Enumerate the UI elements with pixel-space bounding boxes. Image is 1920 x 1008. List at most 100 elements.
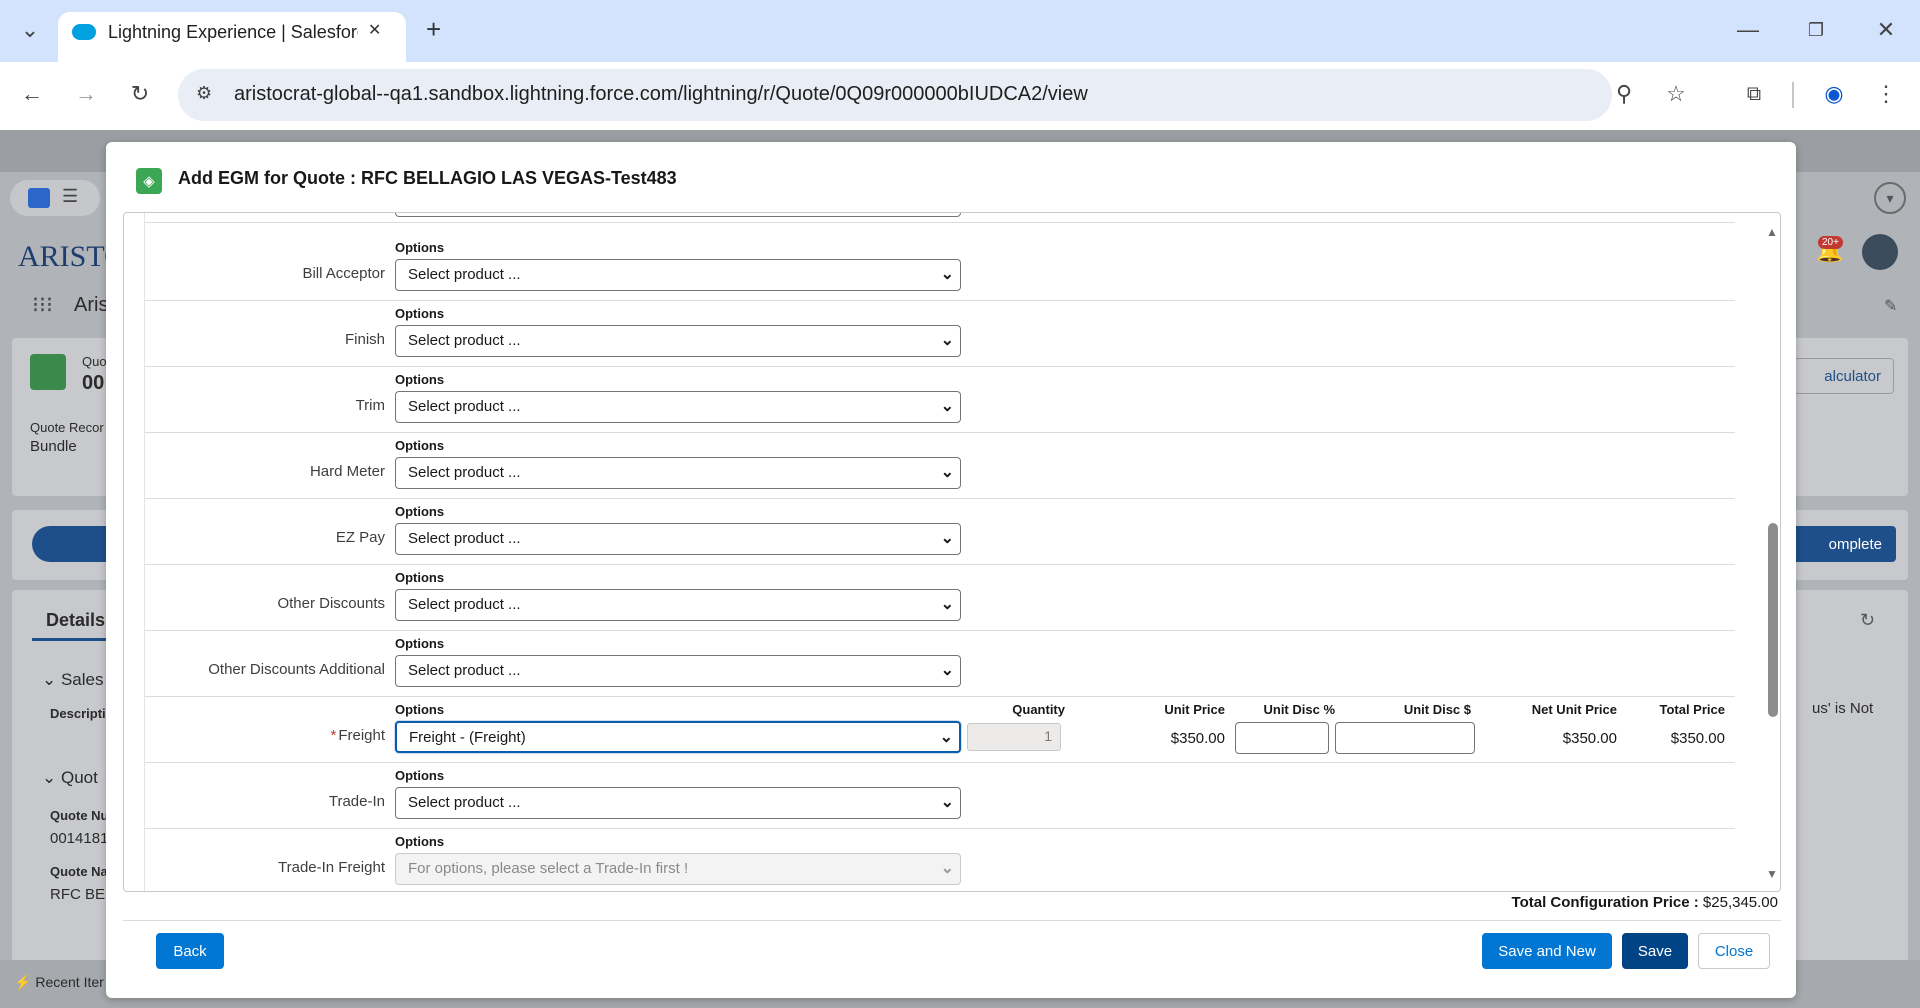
back-button[interactable]: Back — [156, 933, 224, 969]
options-list: ⌄ Bill Acceptor Options Select product .… — [144, 213, 1735, 891]
app-launcher-icon[interactable]: ⁝⁝⁝ — [32, 292, 53, 318]
tab-title: Lightning Experience | Salesforce — [108, 22, 358, 42]
notification-badge: 20+ — [1818, 236, 1843, 249]
browser-tab[interactable]: Lightning Experience | Salesforce ✕ — [58, 12, 406, 62]
scroll-up-arrow-icon[interactable]: ▲ — [1766, 225, 1778, 239]
modal-header: ◈ Add EGM for Quote : RFC BELLAGIO LAS V… — [106, 142, 1796, 208]
sales-section-header[interactable]: ⌄ Sales — [42, 670, 104, 690]
row-label: Other Discounts Additional — [208, 661, 385, 678]
option-row-finish: Finish Options Select product ... ⌄ — [145, 301, 1735, 367]
close-button[interactable]: Close — [1698, 933, 1770, 969]
quote-section-label: Quot — [60, 768, 98, 787]
bill-acceptor-select[interactable]: Select product ... ⌄ — [395, 259, 961, 291]
recent-items-utility[interactable]: ⚡ Recent Iter — [14, 974, 104, 991]
calculator-button[interactable]: alculator — [1794, 358, 1894, 394]
freight-select[interactable]: Freight - (Freight) ⌄ — [395, 721, 961, 753]
select-value: Select product ... — [408, 266, 521, 283]
options-label: Options — [395, 306, 445, 321]
row-label: EZ Pay — [335, 529, 385, 546]
tab-close-icon[interactable]: ✕ — [368, 20, 381, 40]
window-close-icon[interactable]: ✕ — [1868, 12, 1904, 48]
option-row-hard-meter: Hard Meter Options Select product ... ⌄ — [145, 433, 1735, 499]
total-price-header: Total Price — [1659, 702, 1725, 717]
save-and-new-button[interactable]: Save and New — [1482, 933, 1612, 969]
product-select[interactable]: ⌄ — [395, 213, 961, 217]
option-row-bill-acceptor: Bill Acceptor Options Select product ...… — [145, 235, 1735, 301]
chevron-down-icon: ⌄ — [42, 670, 61, 689]
hard-meter-select[interactable]: Select product ... ⌄ — [395, 457, 961, 489]
option-row-trade-in: Trade-In Options Select product ... ⌄ — [145, 763, 1735, 829]
ez-pay-select[interactable]: Select product ... ⌄ — [395, 523, 961, 555]
option-row-freight: * Freight Options Freight - (Freight) ⌄ Qu… — [145, 697, 1735, 763]
quote-record-type-value: Bundle — [30, 438, 77, 455]
unit-disc-amt-header: Unit Disc $ — [1403, 702, 1471, 717]
chevron-down-icon: ⌄ — [940, 266, 954, 283]
back-arrow-icon[interactable]: ← — [14, 76, 50, 112]
other-discounts-additional-select[interactable]: Select product ... ⌄ — [395, 655, 961, 687]
address-bar[interactable]: ⚙ aristocrat-global--qa1.sandbox.lightni… — [178, 69, 1612, 121]
total-price-value: $350.00 — [1670, 730, 1725, 747]
unit-disc-pct-input[interactable] — [1235, 722, 1329, 754]
einstein-icon — [28, 188, 50, 208]
total-configuration-price: Total Configuration Price : $25,345.00 — [1512, 894, 1778, 911]
modal-title: Add EGM for Quote : RFC BELLAGIO LAS VEG… — [178, 168, 677, 188]
restore-icon[interactable]: ❐ — [1798, 12, 1834, 48]
quote-number-label: Quote Nu — [50, 808, 109, 823]
other-discounts-select[interactable]: Select product ... ⌄ — [395, 589, 961, 621]
bookmark-star-icon[interactable]: ☆ — [1658, 76, 1694, 112]
trade-in-freight-select: For options, please select a Trade-In fi… — [395, 853, 961, 885]
row-label: Finish — [344, 331, 385, 348]
toolbar-divider — [1792, 82, 1794, 108]
chevron-down-icon: ⌄ — [940, 662, 954, 679]
browser-tab-bar: ⌄ Lightning Experience | Salesforce ✕ + … — [0, 0, 1920, 62]
total-value: $25,345.00 — [1702, 894, 1778, 911]
trade-in-select[interactable]: Select product ... ⌄ — [395, 787, 961, 819]
select-value: For options, please select a Trade-In fi… — [408, 860, 689, 877]
mark-complete-button[interactable]: omplete — [1784, 526, 1896, 562]
scrollbar-thumb[interactable] — [1768, 523, 1778, 717]
recent-items-label: Recent Iter — [35, 974, 104, 990]
select-value: Select product ... — [408, 596, 521, 613]
sales-section-label: Sales — [60, 670, 104, 689]
chevron-down-icon: ⌄ — [940, 596, 954, 613]
scroll-down-arrow-icon[interactable]: ▼ — [1766, 867, 1778, 881]
app-switcher[interactable]: ☰ — [10, 180, 100, 216]
forward-arrow-icon[interactable]: → — [68, 76, 104, 112]
options-label: Options — [395, 372, 445, 387]
url-text[interactable]: aristocrat-global--qa1.sandbox.lightning… — [234, 83, 1088, 106]
status-text: us' is Not — [1812, 700, 1874, 717]
chevron-down-icon: ⌄ — [940, 464, 954, 481]
edit-pencil-icon[interactable]: ✎ — [1884, 296, 1897, 316]
required-marker: * — [330, 727, 337, 744]
new-tab-button[interactable]: + — [426, 14, 441, 45]
reload-icon[interactable]: ↻ — [122, 76, 158, 112]
refresh-icon[interactable]: ↻ — [1860, 610, 1875, 631]
site-info-icon[interactable]: ⚙ — [196, 83, 212, 104]
quote-section-header[interactable]: ⌄ Quot — [42, 768, 98, 788]
row-label: Trade-In — [328, 793, 385, 810]
save-button[interactable]: Save — [1622, 933, 1688, 969]
profile-icon[interactable]: ◉ — [1816, 76, 1852, 112]
add-egm-modal: ◈ Add EGM for Quote : RFC BELLAGIO LAS V… — [106, 142, 1796, 998]
chevron-down-icon: ⌄ — [940, 398, 954, 415]
trim-select[interactable]: Select product ... ⌄ — [395, 391, 961, 423]
options-label: Options — [395, 636, 445, 651]
tab-search-chevron-icon[interactable]: ⌄ — [12, 12, 48, 48]
details-tab[interactable]: Details — [46, 610, 105, 631]
user-avatar[interactable] — [1862, 234, 1898, 270]
row-label: Trade-In Freight — [278, 859, 385, 876]
options-scroll-area[interactable]: ⌄ Bill Acceptor Options Select product .… — [123, 212, 1781, 892]
unit-disc-amt-input[interactable] — [1335, 722, 1475, 754]
setup-dropdown-icon[interactable]: ▾ — [1874, 182, 1906, 214]
bolt-icon: ⚡ — [14, 974, 36, 990]
option-row-other-discounts-additional: Other Discounts Additional Options Selec… — [145, 631, 1735, 697]
quote-number-value: 0014181 — [50, 830, 109, 847]
hamburger-icon[interactable]: ☰ — [62, 186, 78, 207]
extensions-icon[interactable]: ⧉ — [1736, 76, 1772, 112]
select-value: Select product ... — [408, 398, 521, 415]
modal-footer: Back Save and New Save Close — [123, 920, 1781, 984]
finish-select[interactable]: Select product ... ⌄ — [395, 325, 961, 357]
row-label: Hard Meter — [309, 463, 385, 480]
minimize-icon[interactable]: — — [1730, 12, 1766, 48]
menu-kebab-icon[interactable]: ⋮ — [1868, 76, 1904, 112]
